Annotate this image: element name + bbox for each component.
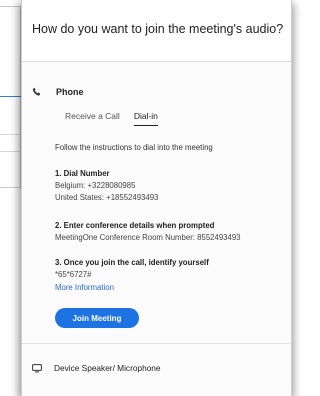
dialog-title: How do you want to join the meeting's au… (32, 22, 284, 36)
device-speaker-label: Device Speaker/ Microphone (54, 363, 161, 373)
dial-in-instructions: Follow the instructions to dial into the… (55, 143, 213, 152)
phone-label: Phone (56, 87, 84, 97)
background-window (0, 6, 21, 188)
phone-icon (32, 86, 44, 98)
join-meeting-button[interactable]: Join Meeting (55, 308, 139, 328)
audio-join-dialog: How do you want to join the meeting's au… (21, 0, 292, 396)
monitor-icon (32, 363, 44, 373)
background-accent-line (0, 96, 22, 97)
section-divider (22, 343, 291, 344)
conference-room-number: MeetingOne Conference Room Number: 85524… (55, 233, 241, 242)
phone-section-header[interactable]: Phone (32, 86, 84, 98)
step-3-title: 3. Once you join the call, identify your… (55, 258, 209, 267)
tab-dial-in[interactable]: Dial-in (133, 111, 158, 126)
background-divider (0, 134, 22, 135)
phone-tabs: Receive a Call Dial-in (65, 111, 172, 126)
device-speaker-option[interactable]: Device Speaker/ Microphone (32, 363, 161, 373)
dialog-header: How do you want to join the meeting's au… (22, 0, 291, 62)
tab-receive-a-call[interactable]: Receive a Call (65, 111, 120, 126)
identify-code: *65*6727# (55, 270, 92, 279)
dial-number-us: United States: +18552493493 (55, 193, 159, 202)
background-divider (0, 151, 22, 152)
step-1-title: 1. Dial Number (55, 169, 110, 178)
more-information-link[interactable]: More Information (55, 283, 114, 292)
step-2-title: 2. Enter conference details when prompte… (55, 221, 215, 230)
dial-number-belgium: Belgium: +3228080985 (55, 181, 136, 190)
